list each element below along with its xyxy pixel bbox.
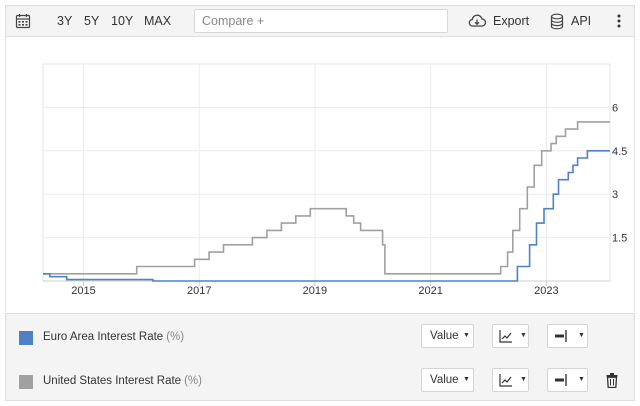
legend-row-united-states: United States Interest Rate (%) Value ▼ ▼… (6, 358, 634, 402)
series-color-swatch[interactable] (19, 375, 33, 389)
line-chart-icon (499, 330, 512, 343)
value-dropdown-label: Value (430, 374, 459, 386)
axis-dropdown[interactable]: ▼ (547, 324, 588, 348)
interest-rate-chart: 1.5 3 4.5 6 2015 2017 2019 2021 2023 (42, 63, 627, 297)
chart-area: 1.5 3 4.5 6 2015 2017 2019 2021 2023 (5, 37, 635, 312)
axis-position-icon (555, 374, 567, 386)
y-tick-label: 6 (612, 102, 618, 114)
line-chart-icon (499, 374, 512, 387)
series-legend: Euro Area Interest Rate (%) Value ▼ ▼ ▼ U… (5, 313, 635, 401)
export-button[interactable]: Export (493, 6, 529, 36)
caret-down-icon: ▼ (520, 376, 527, 383)
x-tick-label: 2017 (187, 285, 211, 297)
api-button[interactable]: API (571, 6, 591, 36)
x-tick-label: 2019 (303, 285, 327, 297)
caret-down-icon: ▼ (463, 376, 470, 383)
range-3y-button[interactable]: 3Y (57, 6, 72, 36)
range-max-button[interactable]: MAX (144, 6, 171, 36)
caret-down-icon: ▼ (578, 332, 585, 339)
caret-down-icon: ▼ (578, 376, 585, 383)
series-line-united-states-interest-rate (43, 121, 610, 275)
x-tick-label: 2023 (534, 285, 558, 297)
series-color-swatch[interactable] (19, 331, 33, 345)
series-name: Euro Area Interest Rate (%) (43, 331, 185, 343)
database-icon[interactable] (550, 13, 564, 30)
caret-down-icon: ▼ (463, 332, 470, 339)
caret-down-icon: ▼ (520, 332, 527, 339)
x-tick-label: 2021 (418, 285, 442, 297)
compare-input[interactable] (194, 9, 448, 33)
chart-type-dropdown[interactable]: ▼ (492, 368, 529, 392)
series-name: United States Interest Rate (%) (43, 375, 202, 387)
value-dropdown-label: Value (430, 330, 459, 342)
value-dropdown[interactable]: Value ▼ (421, 368, 474, 392)
chart-type-dropdown[interactable]: ▼ (492, 324, 529, 348)
more-options-icon[interactable] (617, 14, 621, 28)
range-10y-button[interactable]: 10Y (111, 6, 133, 36)
axis-dropdown[interactable]: ▼ (547, 368, 588, 392)
trash-icon[interactable] (606, 373, 618, 388)
range-5y-button[interactable]: 5Y (84, 6, 99, 36)
y-tick-label: 3 (612, 189, 618, 201)
series-line-euro-area-interest-rate (43, 150, 610, 282)
x-tick-label: 2015 (71, 285, 95, 297)
cloud-download-icon[interactable] (467, 13, 487, 29)
y-tick-label: 1.5 (612, 233, 627, 245)
y-tick-label: 4.5 (612, 146, 627, 158)
value-dropdown[interactable]: Value ▼ (421, 324, 474, 348)
calendar-icon[interactable] (15, 13, 31, 29)
axis-position-icon (555, 330, 567, 342)
chart-toolbar: 3Y 5Y 10Y MAX Export API (5, 5, 635, 37)
legend-row-euro-area: Euro Area Interest Rate (%) Value ▼ ▼ ▼ (6, 314, 634, 358)
